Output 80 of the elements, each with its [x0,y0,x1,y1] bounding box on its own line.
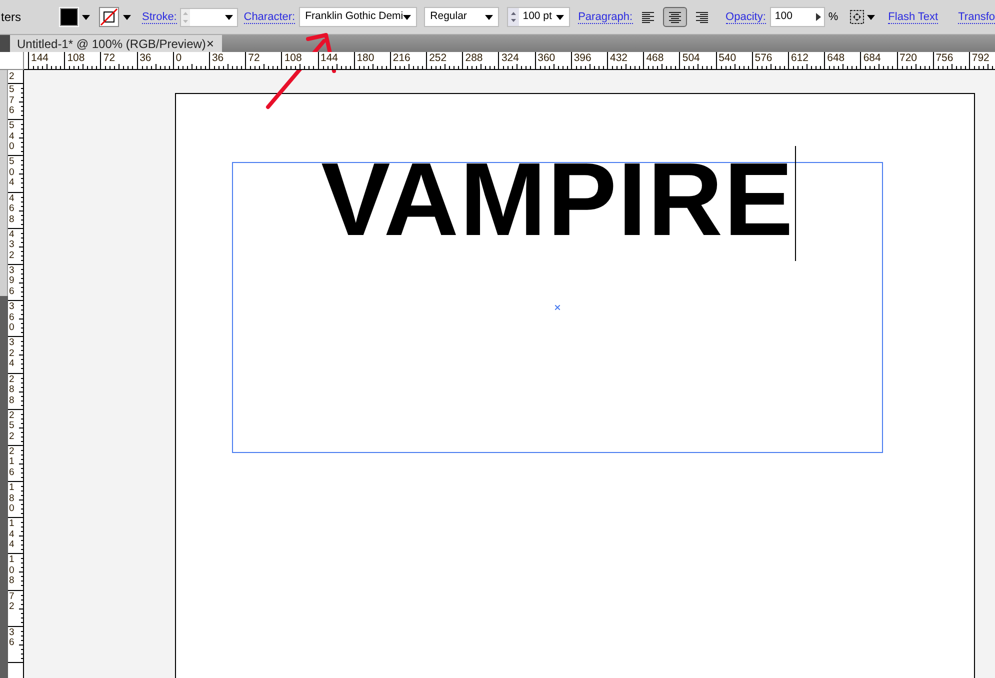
ruler-label: 288 [9,374,16,407]
ruler-label: 576 [754,53,772,64]
ruler-label: 216 [392,53,410,64]
ruler-label: 324 [9,337,16,371]
ruler-label: 540 [718,53,736,64]
document-title: Untitled-1* @ 100% (RGB/Preview) [17,36,206,52]
ruler-label: 648 [827,53,845,64]
ruler-label: 144 [320,53,338,64]
ruler-label: 504 [9,156,16,190]
font-style-field[interactable]: Regular [424,7,499,27]
ruler-label: 432 [9,228,16,262]
ruler-label: 180 [9,482,16,516]
ruler-label: 108 [67,53,85,64]
align-right-icon [694,10,709,24]
ruler-label: 504 [682,53,700,64]
ruler-label: 36 [9,626,16,650]
ruler-label: 432 [610,53,628,64]
ruler-label: 792 [972,53,990,64]
ruler-label: 108 [284,53,302,64]
panel-label: ters [1,9,22,26]
ruler-label: 468 [9,192,16,226]
ruler-label: 252 [429,53,447,64]
align-left-icon [640,10,655,24]
ruler-label: 144 [31,53,49,64]
ruler-label: 72 [103,53,116,64]
ruler-label: 396 [574,53,592,64]
opacity-link[interactable]: Opacity: [726,10,766,24]
caret-icon [403,14,412,20]
ruler-label: 2 [9,70,16,83]
paragraph-link[interactable]: Paragraph: [578,10,633,24]
caret-icon [867,14,876,20]
flash-text-link[interactable]: Flash Text [888,10,938,24]
opacity-field[interactable]: 100 [770,7,826,27]
ruler-label: 216 [9,446,16,480]
ruler-label: 72 [248,53,260,64]
font-size-field[interactable]: 100 pt [506,7,570,27]
spinner-icon [508,8,519,26]
transform-icon[interactable] [849,9,866,25]
headline-text: VAMPIRE [320,143,794,258]
ruler-label: 144 [9,518,16,552]
ruler-label: 360 [9,301,16,335]
ruler-label: 468 [646,53,664,64]
transform-link[interactable]: Transfo [958,10,995,24]
panel-edge [0,35,10,52]
fill-swatch[interactable] [60,8,78,26]
align-center-icon [668,10,682,24]
ruler-label: 540 [9,120,16,154]
align-center-button[interactable] [662,7,687,27]
document-tab[interactable]: Untitled-1* @ 100% (RGB/Preview)× [10,35,222,52]
ruler-label: 252 [9,410,16,444]
ruler-label: 396 [9,264,16,298]
stroke-weight-field[interactable] [180,8,238,26]
stroke-link[interactable]: Stroke: [142,10,177,24]
ruler-label: 324 [501,53,519,64]
caret-icon [82,14,90,20]
ruler-label: 756 [936,53,954,64]
caret-icon [123,14,132,20]
ruler-label: 108 [9,554,16,588]
spinner-icon [180,8,190,26]
ruler-label: 576 [9,84,16,118]
stroke-none-swatch[interactable] [99,7,120,27]
ruler-label: 72 [9,590,16,614]
ruler-label: 36 [212,53,224,64]
ruler-label: 180 [356,53,374,64]
font-family-field[interactable]: Franklin Gothic Demi [299,7,418,27]
character-link[interactable]: Character: [244,10,296,24]
caret-icon [484,14,493,20]
caret-icon [224,14,233,20]
ruler-label: 720 [900,53,918,64]
center-point-icon [555,305,560,310]
triangle-right-icon [816,13,822,21]
ruler-label: 36 [140,53,152,64]
caret-icon [556,14,564,20]
ruler-label: 288 [465,53,483,64]
close-button[interactable]: × [206,37,214,50]
ruler-label: 360 [538,53,556,64]
percent-sign: % [828,10,838,25]
ruler-label: 0 [176,53,182,64]
ruler-label: 612 [790,53,808,64]
ruler-label: 684 [863,53,881,64]
